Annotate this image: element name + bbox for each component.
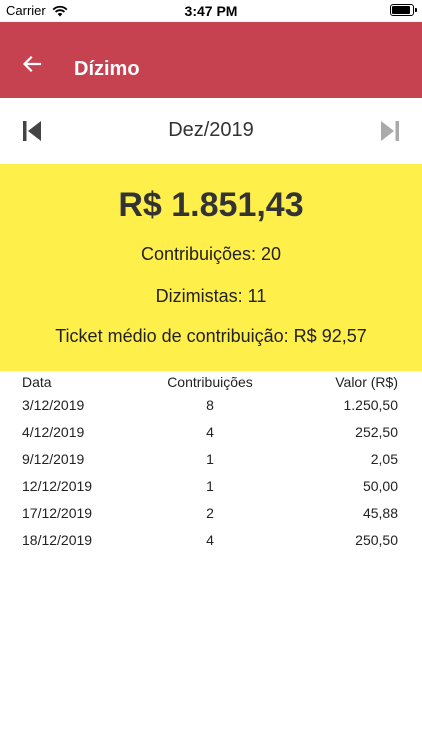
- row-value: 250,50: [355, 532, 398, 548]
- table-row: 3/12/2019 8 1.250,50: [0, 393, 422, 420]
- row-date: 3/12/2019: [22, 397, 85, 413]
- row-count: 1: [206, 451, 214, 467]
- row-date: 4/12/2019: [22, 424, 85, 440]
- contributions-count: Contribuições: 20: [140, 244, 282, 264]
- row-value: 252,50: [355, 424, 398, 440]
- battery-icon: [390, 4, 417, 16]
- row-date: 17/12/2019: [22, 505, 93, 521]
- status-time: 3:47 PM: [184, 3, 238, 19]
- row-count: 4: [206, 424, 214, 440]
- table-row: 17/12/2019 2 45,88: [0, 501, 422, 528]
- row-count: 2: [206, 505, 214, 521]
- row-date: 9/12/2019: [22, 451, 85, 467]
- next-month-icon[interactable]: [376, 118, 404, 144]
- table-row: 9/12/2019 1 2,05: [0, 447, 422, 474]
- row-date: 18/12/2019: [22, 532, 93, 548]
- contributions-table: Data Contribuições Valor (R$) 3/12/2019 …: [0, 371, 422, 555]
- row-date: 12/12/2019: [22, 478, 93, 494]
- page-title: Dízimo: [74, 58, 140, 80]
- row-value: 1.250,50: [343, 397, 399, 413]
- row-count: 8: [206, 397, 214, 413]
- row-count: 1: [206, 478, 214, 494]
- total-amount: R$ 1.851,43: [118, 186, 304, 224]
- arrow-left-icon: [22, 55, 42, 73]
- app-bar: Dízimo: [0, 22, 422, 98]
- row-value: 2,05: [370, 451, 398, 467]
- header-value: Valor (R$): [335, 374, 398, 390]
- row-count: 4: [206, 532, 214, 548]
- current-month: Dez/2019: [168, 119, 254, 141]
- table-row: 4/12/2019 4 252,50: [0, 420, 422, 447]
- table-row: 18/12/2019 4 250,50: [0, 528, 422, 555]
- header-count: Contribuições: [167, 374, 253, 390]
- summary-panel: R$ 1.851,43 Contribuições: 20 Dizimistas…: [0, 164, 422, 371]
- tithers-count: Dizimistas: 11: [155, 286, 267, 306]
- back-button[interactable]: [16, 48, 48, 80]
- table-row: 12/12/2019 1 50,00: [0, 474, 422, 501]
- status-bar: Carrier 3:47 PM: [0, 0, 422, 22]
- header-date: Data: [22, 374, 52, 390]
- table-header: Data Contribuições Valor (R$): [0, 371, 422, 393]
- row-value: 50,00: [362, 478, 398, 494]
- month-navigation: Dez/2019: [0, 98, 422, 164]
- average-ticket: Ticket médio de contribuição: R$ 92,57: [55, 326, 367, 346]
- row-value: 45,88: [362, 505, 398, 521]
